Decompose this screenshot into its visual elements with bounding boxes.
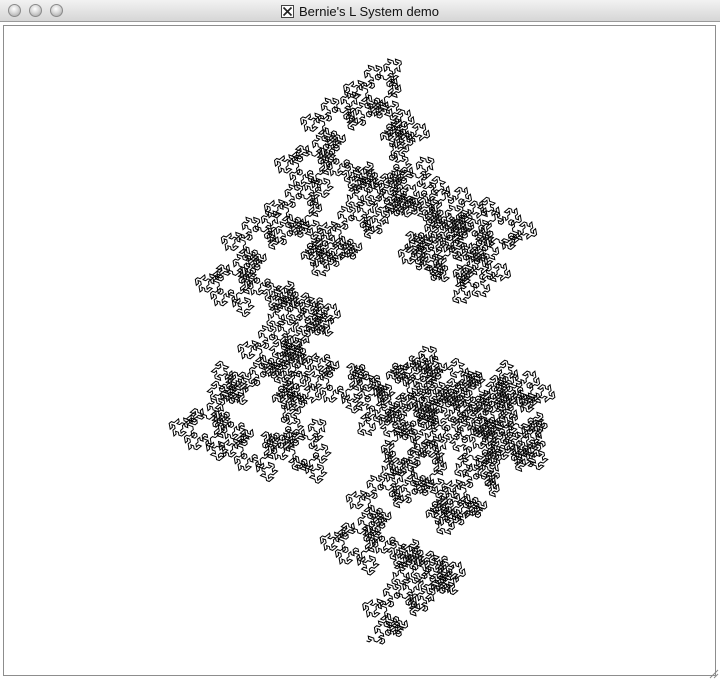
l-system-curve xyxy=(168,58,556,645)
x11-icon xyxy=(280,4,294,18)
curve-path xyxy=(168,58,556,645)
app-window: Bernie's L System demo xyxy=(0,0,720,680)
window-title: Bernie's L System demo xyxy=(298,3,439,19)
resize-grip-icon[interactable] xyxy=(707,667,719,679)
drawing-area[interactable] xyxy=(3,25,716,676)
title-bar[interactable]: Bernie's L System demo xyxy=(0,0,720,22)
window-title-area: Bernie's L System demo xyxy=(0,0,720,22)
